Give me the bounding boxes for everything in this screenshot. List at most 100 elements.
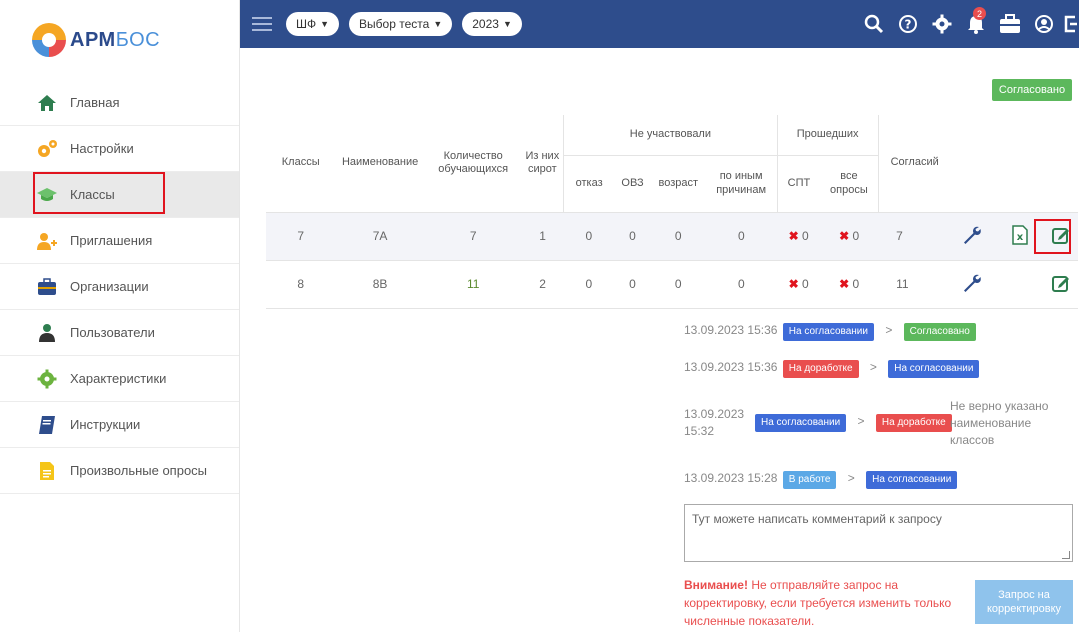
- sidebar-item-organizations[interactable]: Организации: [0, 264, 239, 310]
- classes-table: Классы Наименование Количество обучающих…: [266, 115, 1078, 309]
- col-header-not-participated: Не участвовали: [563, 115, 778, 156]
- notifications-bell-icon[interactable]: 2: [959, 0, 993, 48]
- sidebar-item-custom-surveys[interactable]: Произвольные опросы: [0, 448, 239, 494]
- notification-badge: 2: [973, 7, 986, 20]
- resize-handle-icon[interactable]: [1062, 551, 1070, 559]
- col-header-consents: Согласий: [877, 115, 948, 213]
- status-badge: Согласовано: [903, 323, 976, 341]
- cell-orphans: 2: [521, 260, 564, 309]
- cell-orphans: 1: [521, 212, 564, 261]
- col-header-students: Количество обучающихся: [424, 115, 522, 213]
- sidebar-item-label: Главная: [70, 95, 120, 110]
- col-header-other: по иным причинам: [705, 155, 778, 213]
- filter-test-dropdown[interactable]: Выбор теста ▼: [349, 12, 453, 36]
- cross-icon: ✖: [839, 229, 850, 243]
- col-header-refusal: отказ: [563, 155, 615, 213]
- profile-icon[interactable]: [1027, 0, 1061, 48]
- sidebar-item-classes[interactable]: Классы: [0, 172, 239, 218]
- history-time: 13.09.2023 15:36: [684, 323, 778, 337]
- sidebar-item-label: Произвольные опросы: [70, 463, 208, 478]
- graduation-cap-icon: [36, 184, 58, 206]
- logo[interactable]: АРМБОС: [0, 0, 239, 80]
- briefcase-icon[interactable]: [993, 0, 1027, 48]
- edit-icon[interactable]: [1044, 212, 1078, 261]
- col-header-classes: Классы: [266, 115, 336, 213]
- search-icon[interactable]: [857, 0, 891, 48]
- comment-placeholder: Тут можете написать комментарий к запрос…: [692, 512, 942, 526]
- table-row: 7 7А 7 1 0 0 0 0 ✖ 0 ✖ 0 7 x: [266, 212, 1078, 261]
- cell-spt: ✖ 0: [777, 212, 821, 261]
- col-header-spt: СПТ: [776, 155, 821, 213]
- status-badge: На согласовании: [866, 471, 958, 489]
- logout-icon[interactable]: [1061, 0, 1079, 48]
- cross-icon: ✖: [839, 277, 850, 291]
- sidebar-item-settings[interactable]: Настройки: [0, 126, 239, 172]
- history-entry: 13.09.2023 15:28 В работе > На согласова…: [684, 471, 958, 489]
- sidebar-item-label: Организации: [70, 279, 149, 294]
- logo-mark-icon: [32, 23, 66, 57]
- edit-icon[interactable]: [1044, 260, 1078, 309]
- caret-down-icon: ▼: [320, 19, 330, 29]
- arrow-right-icon: >: [857, 414, 865, 428]
- sidebar: АРМБОС Главная Настройки Классы Приглаше…: [0, 0, 240, 632]
- status-badge: На согласовании: [888, 360, 980, 378]
- status-badge: На доработке: [875, 414, 952, 432]
- sidebar-item-users[interactable]: Пользователи: [0, 310, 239, 356]
- empty-cell: [995, 260, 1045, 309]
- col-header-passed: Прошедших: [776, 115, 879, 156]
- col-header-orphans: Из них сирот: [521, 115, 564, 213]
- sidebar-item-label: Пользователи: [70, 325, 155, 340]
- caret-down-icon: ▼: [433, 19, 443, 29]
- history-entry: 13.09.2023 15:36 На доработке > На согла…: [684, 360, 980, 378]
- col-header-ovz: ОВЗ: [614, 155, 651, 213]
- settings-gear-icon[interactable]: [925, 0, 959, 48]
- cell-ovz: 0: [614, 260, 651, 309]
- gear-icon: [36, 368, 58, 390]
- cell-refusal: 0: [563, 260, 615, 309]
- cell-name[interactable]: 7А: [335, 212, 425, 261]
- sidebar-item-instructions[interactable]: Инструкции: [0, 402, 239, 448]
- correction-request-button[interactable]: Запрос на корректировку: [975, 580, 1073, 624]
- book-icon: [36, 414, 58, 436]
- help-icon[interactable]: ?: [891, 0, 925, 48]
- cell-all-surveys: ✖ 0: [820, 212, 879, 261]
- history-time: 13.09.2023 15:28: [684, 471, 778, 485]
- briefcase-icon: [36, 276, 58, 298]
- app: АРМБОС Главная Настройки Классы Приглаше…: [0, 0, 1079, 632]
- user-icon: [36, 322, 58, 344]
- cell-name[interactable]: 8В: [335, 260, 425, 309]
- sidebar-item-characteristics[interactable]: Характеристики: [0, 356, 239, 402]
- wrench-icon[interactable]: [947, 260, 996, 309]
- sidebar-item-label: Приглашения: [70, 233, 153, 248]
- cell-refusal: 0: [563, 212, 615, 261]
- warning-text: Внимание! Не отправляйте запрос на корре…: [684, 578, 952, 628]
- cell-ovz: 0: [614, 212, 651, 261]
- filter-year-dropdown[interactable]: 2023 ▼: [462, 12, 522, 36]
- col-header-actions: [947, 115, 1078, 213]
- cell-class: 8: [266, 260, 336, 309]
- home-icon: [36, 92, 58, 114]
- user-add-icon: [36, 230, 58, 252]
- filter-org-dropdown[interactable]: ШФ ▼: [286, 12, 340, 36]
- wrench-icon[interactable]: [947, 212, 996, 261]
- cell-consents: 7: [878, 212, 948, 261]
- cell-other: 0: [705, 212, 778, 261]
- cell-other: 0: [705, 260, 778, 309]
- cell-consents: 11: [878, 260, 948, 309]
- col-header-name: Наименование: [335, 115, 425, 213]
- gears-icon: [36, 138, 58, 160]
- sidebar-item-invitations[interactable]: Приглашения: [0, 218, 239, 264]
- sidebar-item-home[interactable]: Главная: [0, 80, 239, 126]
- cell-class: 7: [266, 212, 336, 261]
- svg-text:?: ?: [905, 18, 912, 32]
- arrow-right-icon: >: [885, 323, 893, 337]
- agreed-button[interactable]: Согласовано: [992, 79, 1072, 101]
- sidebar-item-label: Классы: [70, 187, 115, 202]
- comment-input[interactable]: Тут можете написать комментарий к запрос…: [684, 504, 1073, 562]
- status-badge: На согласовании: [782, 323, 874, 341]
- history-entry: На согласовании > На доработке: [755, 414, 952, 432]
- cross-icon: ✖: [788, 229, 799, 243]
- menu-icon[interactable]: [252, 13, 272, 35]
- arrow-right-icon: >: [847, 471, 855, 485]
- excel-icon[interactable]: x: [995, 212, 1045, 261]
